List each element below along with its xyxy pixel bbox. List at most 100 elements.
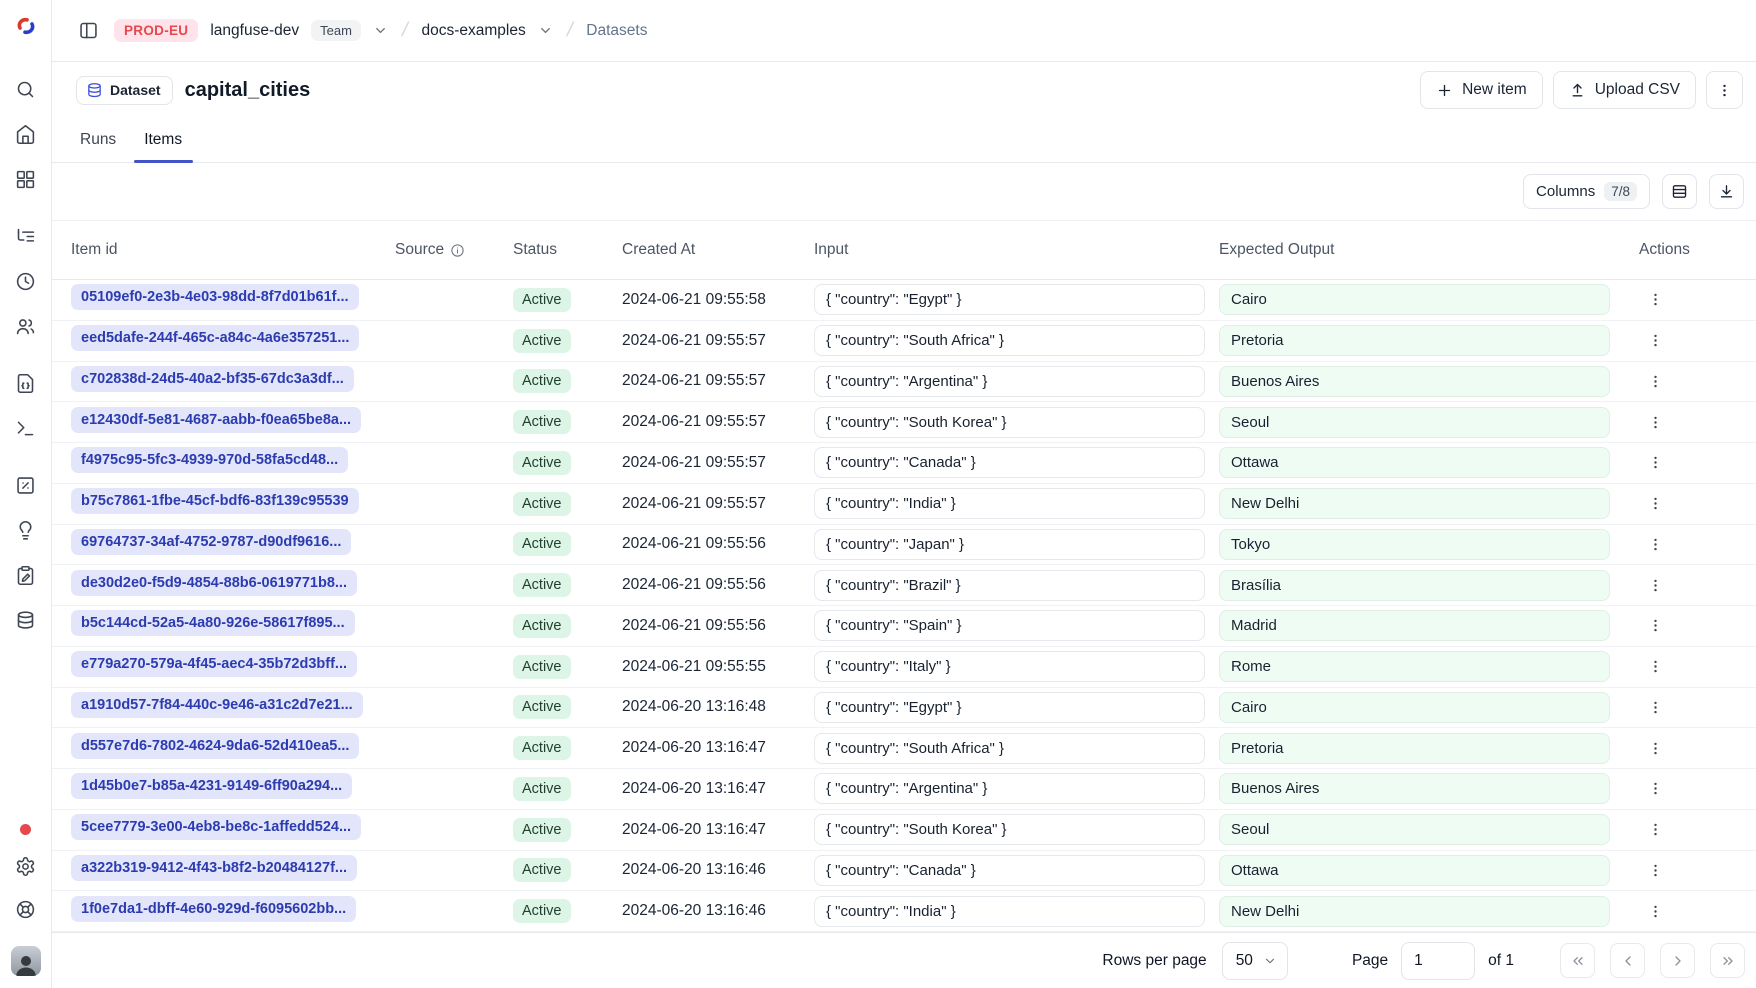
input-cell[interactable]: { "country": "Canada" }	[814, 855, 1205, 886]
item-id-badge[interactable]: 1f0e7da1-dbff-4e60-929d-f6095602bb...	[71, 896, 356, 922]
input-cell[interactable]: { "country": "India" }	[814, 488, 1205, 519]
terminal-icon[interactable]	[14, 416, 38, 440]
row-actions-button[interactable]	[1641, 775, 1669, 803]
row-actions-button[interactable]	[1641, 286, 1669, 314]
row-actions-button[interactable]	[1641, 693, 1669, 721]
input-cell[interactable]: { "country": "Egypt" }	[814, 692, 1205, 723]
first-page-button[interactable]	[1560, 943, 1595, 978]
input-cell[interactable]: { "country": "South Korea" }	[814, 814, 1205, 845]
users-icon[interactable]	[14, 314, 38, 338]
expected-output-cell[interactable]: Ottawa	[1219, 855, 1610, 886]
row-actions-button[interactable]	[1641, 612, 1669, 640]
rows-per-page-select[interactable]: 50	[1222, 942, 1288, 980]
expected-output-cell[interactable]: Brasília	[1219, 570, 1610, 601]
item-id-badge[interactable]: a322b319-9412-4f43-b8f2-b20484127f...	[71, 855, 357, 881]
dataset-more-actions-button[interactable]	[1706, 71, 1743, 109]
breadcrumb-section[interactable]: Datasets	[586, 22, 647, 40]
item-id-badge[interactable]: d557e7d6-7802-4624-9da6-52d410ea5...	[71, 733, 359, 759]
row-actions-button[interactable]	[1641, 367, 1669, 395]
org-name[interactable]: langfuse-dev	[210, 22, 299, 40]
tab-runs[interactable]: Runs	[78, 118, 118, 162]
row-actions-button[interactable]	[1641, 571, 1669, 599]
item-id-badge[interactable]: 1d45b0e7-b85a-4231-9149-6ff90a294...	[71, 773, 352, 799]
upload-csv-button[interactable]: Upload CSV	[1553, 71, 1696, 109]
user-avatar[interactable]	[11, 946, 41, 976]
expected-output-cell[interactable]: Seoul	[1219, 407, 1610, 438]
item-id-badge[interactable]: a1910d57-7f84-440c-9e46-a31c2d7e21...	[71, 692, 363, 718]
support-lifebuoy-icon[interactable]	[14, 897, 38, 921]
expected-output-cell[interactable]: Cairo	[1219, 284, 1610, 315]
expected-output-cell[interactable]: New Delhi	[1219, 488, 1610, 519]
expected-output-cell[interactable]: Pretoria	[1219, 733, 1610, 764]
expected-output-cell[interactable]: Tokyo	[1219, 529, 1610, 560]
expected-output-cell[interactable]: Ottawa	[1219, 447, 1610, 478]
input-cell[interactable]: { "country": "South Korea" }	[814, 407, 1205, 438]
row-actions-button[interactable]	[1641, 490, 1669, 518]
row-actions-button[interactable]	[1641, 408, 1669, 436]
last-page-button[interactable]	[1710, 943, 1745, 978]
item-id-badge[interactable]: e779a270-579a-4f45-aec4-35b72d3bff...	[71, 651, 357, 677]
previous-page-button[interactable]	[1610, 943, 1645, 978]
expected-output-cell[interactable]: New Delhi	[1219, 896, 1610, 927]
item-id-badge[interactable]: eed5dafe-244f-465c-a84c-4a6e357251...	[71, 325, 359, 351]
next-page-button[interactable]	[1660, 943, 1695, 978]
expected-output-cell[interactable]: Buenos Aires	[1219, 773, 1610, 804]
input-cell[interactable]: { "country": "Italy" }	[814, 651, 1205, 682]
columns-button[interactable]: Columns 7/8	[1523, 174, 1650, 209]
tab-items[interactable]: Items	[142, 118, 184, 162]
input-cell[interactable]: { "country": "Argentina" }	[814, 773, 1205, 804]
input-cell[interactable]: { "country": "Brazil" }	[814, 570, 1205, 601]
project-switcher-chevron-icon[interactable]	[538, 23, 553, 38]
item-id-badge[interactable]: c702838d-24d5-40a2-bf35-67dc3a3df...	[71, 366, 354, 392]
input-cell[interactable]: { "country": "Argentina" }	[814, 366, 1205, 397]
input-cell[interactable]: { "country": "South Africa" }	[814, 733, 1205, 764]
clipboard-pen-icon[interactable]	[14, 563, 38, 587]
panel-left-toggle-icon[interactable]	[74, 17, 102, 45]
clock-icon[interactable]	[14, 269, 38, 293]
row-actions-button[interactable]	[1641, 327, 1669, 355]
row-actions-button[interactable]	[1641, 530, 1669, 558]
row-actions-button[interactable]	[1641, 734, 1669, 762]
item-id-badge[interactable]: 69764737-34af-4752-9787-d90df9616...	[71, 529, 351, 555]
item-id-badge[interactable]: 5cee7779-3e00-4eb8-be8c-1affedd524...	[71, 814, 361, 840]
item-id-badge[interactable]: b5c144cd-52a5-4a80-926e-58617f895...	[71, 610, 355, 636]
item-id-badge[interactable]: e12430df-5e81-4687-aabb-f0ea65be8a...	[71, 407, 361, 433]
grid-dashboard-icon[interactable]	[14, 167, 38, 191]
record-dot-icon[interactable]	[20, 824, 31, 835]
database-icon[interactable]	[14, 608, 38, 632]
row-actions-button[interactable]	[1641, 856, 1669, 884]
expected-output-cell[interactable]: Pretoria	[1219, 325, 1610, 356]
row-height-button[interactable]	[1662, 174, 1697, 209]
page-number-input[interactable]	[1401, 942, 1475, 980]
list-tree-icon[interactable]	[14, 224, 38, 248]
search-icon[interactable]	[14, 77, 38, 101]
expected-output-cell[interactable]: Buenos Aires	[1219, 366, 1610, 397]
input-cell[interactable]: { "country": "Spain" }	[814, 610, 1205, 641]
input-cell[interactable]: { "country": "South Africa" }	[814, 325, 1205, 356]
file-json-icon[interactable]	[14, 371, 38, 395]
row-actions-button[interactable]	[1641, 816, 1669, 844]
settings-gear-icon[interactable]	[14, 854, 38, 878]
org-switcher-chevron-icon[interactable]	[373, 23, 388, 38]
row-actions-button[interactable]	[1641, 897, 1669, 925]
square-percent-icon[interactable]	[14, 473, 38, 497]
export-download-button[interactable]	[1709, 174, 1744, 209]
item-id-badge[interactable]: 05109ef0-2e3b-4e03-98dd-8f7d01b61f...	[71, 284, 359, 310]
project-name[interactable]: docs-examples	[421, 22, 525, 40]
expected-output-cell[interactable]: Madrid	[1219, 610, 1610, 641]
row-actions-button[interactable]	[1641, 449, 1669, 477]
item-id-badge[interactable]: b75c7861-1fbe-45cf-bdf6-83f139c95539	[71, 488, 359, 514]
item-id-badge[interactable]: f4975c95-5fc3-4939-970d-58fa5cd48...	[71, 447, 348, 473]
expected-output-cell[interactable]: Rome	[1219, 651, 1610, 682]
row-actions-button[interactable]	[1641, 653, 1669, 681]
input-cell[interactable]: { "country": "Egypt" }	[814, 284, 1205, 315]
info-icon[interactable]	[450, 243, 465, 258]
expected-output-cell[interactable]: Seoul	[1219, 814, 1610, 845]
new-item-button[interactable]: New item	[1420, 71, 1543, 109]
input-cell[interactable]: { "country": "Canada" }	[814, 447, 1205, 478]
lightbulb-icon[interactable]	[14, 518, 38, 542]
item-id-badge[interactable]: de30d2e0-f5d9-4854-88b6-0619771b8...	[71, 570, 357, 596]
home-icon[interactable]	[14, 122, 38, 146]
input-cell[interactable]: { "country": "Japan" }	[814, 529, 1205, 560]
expected-output-cell[interactable]: Cairo	[1219, 692, 1610, 723]
